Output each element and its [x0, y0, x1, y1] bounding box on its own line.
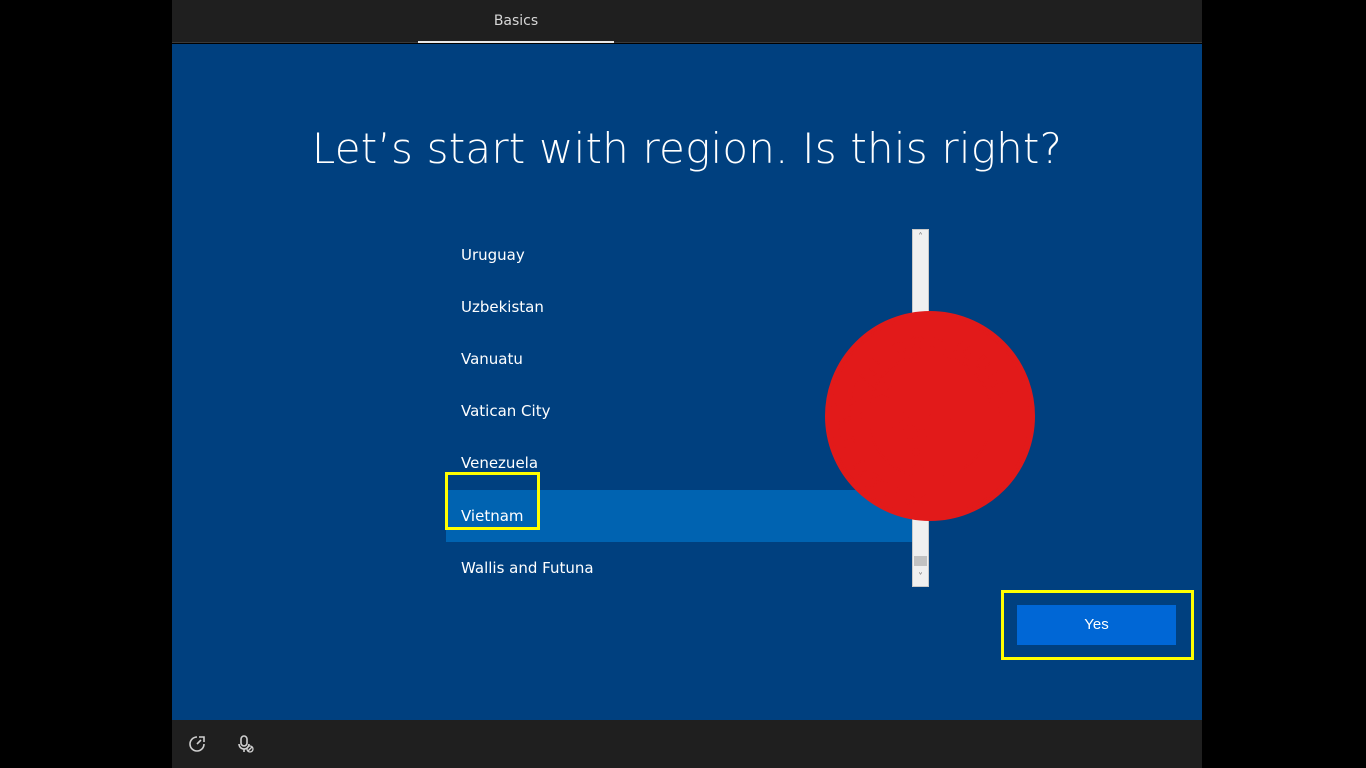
list-item-wallis-and-futuna[interactable]: Wallis and Futuna — [446, 542, 912, 594]
page-title: Let’s start with region. Is this right? — [311, 124, 1063, 173]
watermark-stamp: PITVN COMMUNITY TRẦN TRÍ — [822, 308, 1035, 521]
scroll-thumb[interactable] — [914, 556, 927, 566]
scroll-up-arrow[interactable]: ˄ — [913, 230, 928, 246]
yes-button[interactable]: Yes — [1017, 605, 1176, 645]
tab-underline — [418, 41, 614, 43]
microphone-icon[interactable] — [234, 733, 256, 755]
bottom-bar — [172, 720, 1202, 768]
top-bar: Basics — [172, 0, 1202, 43]
scroll-down-arrow[interactable]: ˅ — [913, 570, 928, 586]
list-item-uruguay[interactable]: Uruguay — [446, 229, 912, 281]
tab-basics: Basics — [418, 0, 614, 43]
ease-of-access-icon[interactable] — [186, 733, 208, 755]
oobe-window: Basics Let’s start with region. Is this … — [172, 0, 1202, 768]
tab-basics-label: Basics — [493, 13, 539, 29]
selection-highlight-box — [445, 472, 540, 530]
